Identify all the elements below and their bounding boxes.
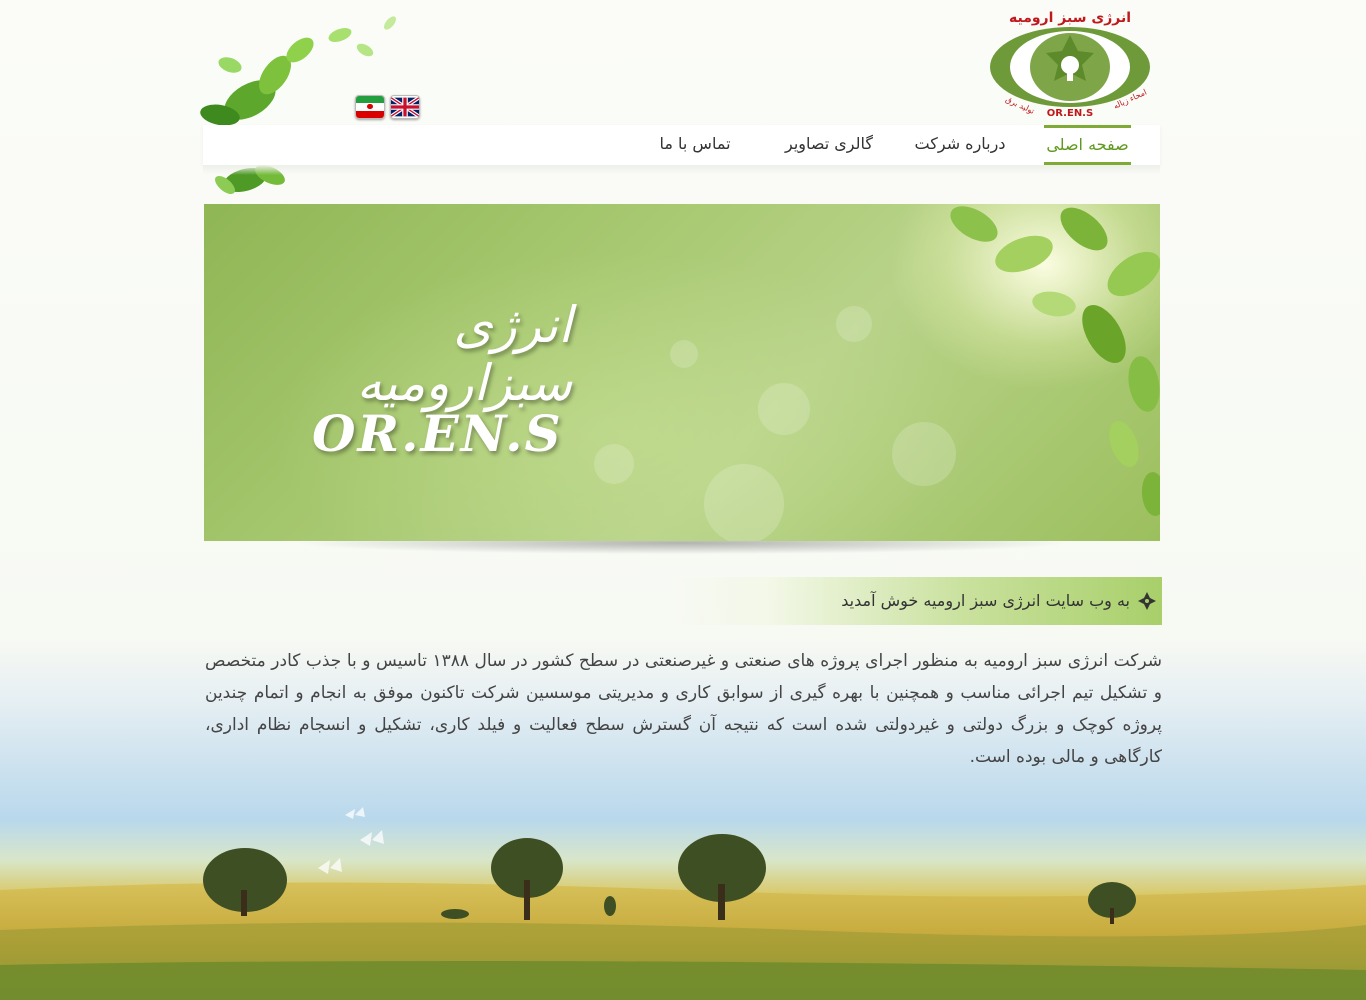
hero-banner: انرژی سبزارومیه OR.EN.S bbox=[204, 204, 1160, 541]
ornament-icon bbox=[1138, 592, 1156, 610]
nav-item-home[interactable]: صفحه اصلی bbox=[1044, 125, 1131, 165]
intro-paragraph: شرکت انرژی سبز ارومیه به منظور اجرای پرو… bbox=[205, 651, 1162, 767]
banner-title-english: OR.EN.S bbox=[312, 404, 563, 463]
welcome-bar: به وب سایت انرژی سبز ارومیه خوش آمدید bbox=[670, 577, 1162, 625]
logo-abbr: OR.EN.S bbox=[1047, 108, 1093, 119]
welcome-message: به وب سایت انرژی سبز ارومیه خوش آمدید bbox=[841, 591, 1130, 610]
main-nav: صفحه اصلی درباره شرکت گالری تصاویر تماس … bbox=[203, 125, 1160, 165]
nav-shadow bbox=[203, 165, 1160, 175]
landscape-background bbox=[0, 807, 1366, 1000]
banner-shadow bbox=[204, 541, 1160, 571]
banner-title-persian: انرژی سبزارومیه bbox=[356, 296, 572, 412]
uk-flag-icon[interactable] bbox=[390, 95, 420, 119]
nav-item-gallery[interactable]: گالری تصاویر bbox=[775, 125, 883, 165]
logo-title: انرژی سبز ارومیه bbox=[1009, 10, 1131, 26]
nav-item-contact[interactable]: تماس با ما bbox=[650, 125, 740, 165]
nav-item-about[interactable]: درباره شرکت bbox=[905, 125, 1015, 165]
company-logo[interactable]: انرژی سبز ارومیه OR.EN.S تولید برق امحاء… bbox=[985, 5, 1155, 120]
iran-flag-icon[interactable] bbox=[355, 95, 385, 119]
